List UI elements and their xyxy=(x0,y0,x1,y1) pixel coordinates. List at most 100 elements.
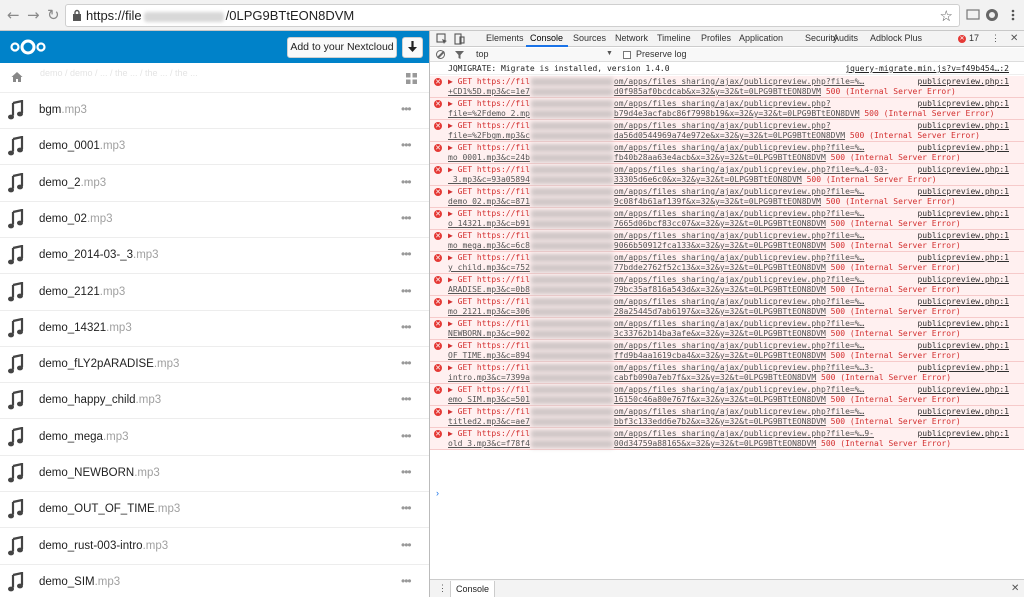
error-url-path[interactable]: om/apps/files_sharing/ajax/publicpreview… xyxy=(614,385,864,394)
file-name[interactable]: demo_2.mp3 xyxy=(39,177,106,189)
add-to-nextcloud-button[interactable]: Add to your Nextcloud xyxy=(287,37,397,58)
console-error-row[interactable]: ✕ ▶ GET https://fil om/apps/files_sharing/… xyxy=(430,362,1024,384)
file-row[interactable]: demo_rust-003-intro.mp3 ••• xyxy=(0,529,429,565)
file-name[interactable]: demo_02.mp3 xyxy=(39,213,113,225)
file-actions-icon[interactable]: ••• xyxy=(401,574,412,588)
error-url-tail[interactable]: 79bc35af816a543d&x=32&y=32&t=0LPG9BTtEON… xyxy=(614,285,826,294)
devtools-tab-profiles[interactable]: Profiles xyxy=(701,33,731,43)
error-url-tail[interactable]: ffd9b4aa1619cba4&x=32&y=32&t=0LPG9BTtEON… xyxy=(614,351,826,360)
error-url-query[interactable]: o_14321.mp3&c=b91 xyxy=(448,219,530,228)
file-name[interactable]: bgm.mp3 xyxy=(39,104,87,116)
devtools-tab-adblock-plus[interactable]: Adblock Plus xyxy=(870,33,922,43)
error-source-link[interactable]: publicpreview.php:1 xyxy=(914,385,1009,394)
error-url-tail[interactable]: 3c33762b14ba3afe&x=32&y=32&t=0LPG9BTtEON… xyxy=(614,329,826,338)
error-url-query[interactable]: mo_mega.mp3&c=6c8 xyxy=(448,241,530,250)
error-url-path[interactable]: om/apps/files_sharing/ajax/publicpreview… xyxy=(614,363,874,372)
error-url-path[interactable]: om/apps/files_sharing/ajax/publicpreview… xyxy=(614,187,864,196)
error-url-tail[interactable]: d0f985af0bcdcab&x=32&y=32&t=0LPG9BTtEON8… xyxy=(614,87,821,96)
devtools-close-icon[interactable]: ✕ xyxy=(1010,33,1018,44)
error-source-link[interactable]: publicpreview.php:1 xyxy=(914,253,1009,262)
file-row[interactable]: demo_14321.mp3 ••• xyxy=(0,311,429,347)
error-url-path[interactable]: om/apps/files_sharing/ajax/publicpreview… xyxy=(614,275,864,284)
error-url-path[interactable]: om/apps/files_sharing/ajax/publicpreview… xyxy=(614,253,864,262)
file-row[interactable]: demo_2121.mp3 ••• xyxy=(0,275,429,311)
error-url-tail[interactable]: da56d0544969a74e972e&x=32&y=32&t=0LPG9BT… xyxy=(614,131,845,140)
reload-button[interactable]: ↻ xyxy=(47,6,60,24)
console-error-row[interactable]: ✕ ▶ GET https://fil om/apps/files_sharing/… xyxy=(430,208,1024,230)
error-url-tail[interactable]: 00d34759a88165&x=32&y=32&t=0LPG9BTtEON8D… xyxy=(614,439,816,448)
console-error-row[interactable]: ✕ ▶ GET https://fil om/apps/files_sharing/… xyxy=(430,340,1024,362)
devtools-tab-timeline[interactable]: Timeline xyxy=(657,33,691,43)
error-url-tail[interactable]: 7665d06bcf83cc07&x=32&y=32&t=0LPG9BTtEON… xyxy=(614,219,826,228)
error-url-query[interactable]: _3.mp3&c=93a05894 xyxy=(448,175,530,184)
error-url-path[interactable]: om/apps/files_sharing/ajax/publicpreview… xyxy=(614,121,831,130)
error-url-tail[interactable]: 9066b50912fca133&x=32&y=32&t=0LPG9BTtEON… xyxy=(614,241,826,250)
forward-button[interactable]: → xyxy=(27,6,40,24)
file-name[interactable]: demo_fLY2pARADISE.mp3 xyxy=(39,358,179,370)
file-actions-icon[interactable]: ••• xyxy=(401,392,412,406)
error-source-link[interactable]: publicpreview.php:1 xyxy=(914,297,1009,306)
nextcloud-logo-icon[interactable] xyxy=(8,37,48,57)
error-url-tail[interactable]: fb40b28aa63e4acb&x=32&y=32&t=0LPG9BTtEON… xyxy=(614,153,826,162)
error-source-link[interactable]: publicpreview.php:1 xyxy=(914,407,1009,416)
error-url-path[interactable]: om/apps/files_sharing/ajax/publicpreview… xyxy=(614,297,864,306)
error-url-query[interactable]: old_3.mp3&c=f78f4 xyxy=(448,439,530,448)
info-message-source[interactable]: jquery-migrate.min.js?v=f49b454…:2 xyxy=(845,64,1009,73)
console-error-row[interactable]: ✕ ▶ GET https://fil om/apps/files_sharing/… xyxy=(430,142,1024,164)
file-row[interactable]: demo_NEWBORN.mp3 ••• xyxy=(0,456,429,492)
drawer-menu-icon[interactable]: ⋮ xyxy=(438,583,447,594)
file-row[interactable]: demo_2.mp3 ••• xyxy=(0,166,429,202)
error-url-query[interactable]: mo_0001.mp3&c=24b xyxy=(448,153,530,162)
file-actions-icon[interactable]: ••• xyxy=(401,284,412,298)
adblock-icon[interactable] xyxy=(985,8,999,22)
devtools-tab-network[interactable]: Network xyxy=(615,33,648,43)
cast-icon[interactable] xyxy=(966,8,980,22)
error-url-query[interactable]: mo_2121.mp3&c=306 xyxy=(448,307,530,316)
error-source-link[interactable]: publicpreview.php:1 xyxy=(914,341,1009,350)
menu-icon[interactable] xyxy=(1006,8,1020,22)
error-url-query[interactable]: file=%2Fdemo_2.mp xyxy=(448,109,530,118)
file-name[interactable]: demo_mega.mp3 xyxy=(39,431,129,443)
console-error-row[interactable]: ✕ ▶ GET https://fil om/apps/files_sharing/… xyxy=(430,76,1024,98)
home-icon[interactable] xyxy=(11,71,23,83)
error-source-link[interactable]: publicpreview.php:1 xyxy=(914,363,1009,372)
file-actions-icon[interactable]: ••• xyxy=(401,356,412,370)
error-source-link[interactable]: publicpreview.php:1 xyxy=(914,187,1009,196)
file-row[interactable]: demo_happy_child.mp3 ••• xyxy=(0,383,429,420)
error-url-tail[interactable]: 28a25445d7ab6197&x=32&y=32&t=0LPG9BTtEON… xyxy=(614,307,826,316)
error-url-tail[interactable]: cabfb090a7eb7f&x=32&y=32&t=0LPG9BTtEON8D… xyxy=(614,373,816,382)
error-source-link[interactable]: publicpreview.php:1 xyxy=(914,143,1009,152)
file-row[interactable]: demo_mega.mp3 ••• xyxy=(0,420,429,456)
filter-icon[interactable] xyxy=(455,51,464,59)
error-url-tail[interactable]: 9c08f4b61af139f&x=32&y=32&t=0LPG9BTtEON8… xyxy=(614,197,821,206)
devtools-tab-audits[interactable]: Audits xyxy=(833,33,858,43)
error-url-query[interactable]: +CD1%5D.mp3&c=1e7 xyxy=(448,87,530,96)
error-source-link[interactable]: publicpreview.php:1 xyxy=(914,231,1009,240)
error-url-path[interactable]: om/apps/files_sharing/ajax/publicpreview… xyxy=(614,407,864,416)
error-url-query[interactable]: demo_02.mp3&c=871 xyxy=(448,197,530,206)
error-url-query[interactable]: titled2.mp3&c=ae7 xyxy=(448,417,530,426)
clear-console-icon[interactable] xyxy=(436,50,445,59)
file-actions-icon[interactable]: ••• xyxy=(401,102,412,116)
file-name[interactable]: demo_NEWBORN.mp3 xyxy=(39,467,160,479)
error-url-tail[interactable]: 16150c46a80e767f&x=32&y=32&t=0LPG9BTtEON… xyxy=(614,395,826,404)
devtools-tab-sources[interactable]: Sources xyxy=(573,33,606,43)
error-url-tail[interactable]: bbf3c133edd6e7b2&x=32&y=32&t=0LPG9BTtEON… xyxy=(614,417,826,426)
error-source-link[interactable]: publicpreview.php:1 xyxy=(914,77,1009,86)
file-row[interactable]: bgm.mp3 ••• xyxy=(0,93,429,129)
drawer-tab-console[interactable]: Console xyxy=(450,581,496,597)
console-error-row[interactable]: ✕ ▶ GET https://fil om/apps/files_sharing/… xyxy=(430,252,1024,274)
file-actions-icon[interactable]: ••• xyxy=(401,175,412,189)
file-actions-icon[interactable]: ••• xyxy=(401,538,412,552)
file-name[interactable]: demo_OUT_OF_TIME.mp3 xyxy=(39,503,180,515)
error-url-path[interactable]: om/apps/files_sharing/ajax/publicpreview… xyxy=(614,429,874,438)
grid-view-icon[interactable] xyxy=(406,73,417,84)
context-select[interactable]: top xyxy=(476,49,489,59)
drawer-close-icon[interactable]: ✕ xyxy=(1011,583,1019,594)
address-bar[interactable]: https://file/0LPG9BTtEON8DVM ☆ xyxy=(65,4,960,27)
device-toolbar-icon[interactable] xyxy=(453,33,465,45)
error-url-path[interactable]: om/apps/files_sharing/ajax/publicpreview… xyxy=(614,77,864,86)
file-row[interactable]: demo_SIM.mp3 ••• xyxy=(0,565,429,597)
error-url-path[interactable]: om/apps/files_sharing/ajax/publicpreview… xyxy=(614,165,889,174)
error-url-query[interactable]: NEWBORN.mp3&c=902 xyxy=(448,329,530,338)
